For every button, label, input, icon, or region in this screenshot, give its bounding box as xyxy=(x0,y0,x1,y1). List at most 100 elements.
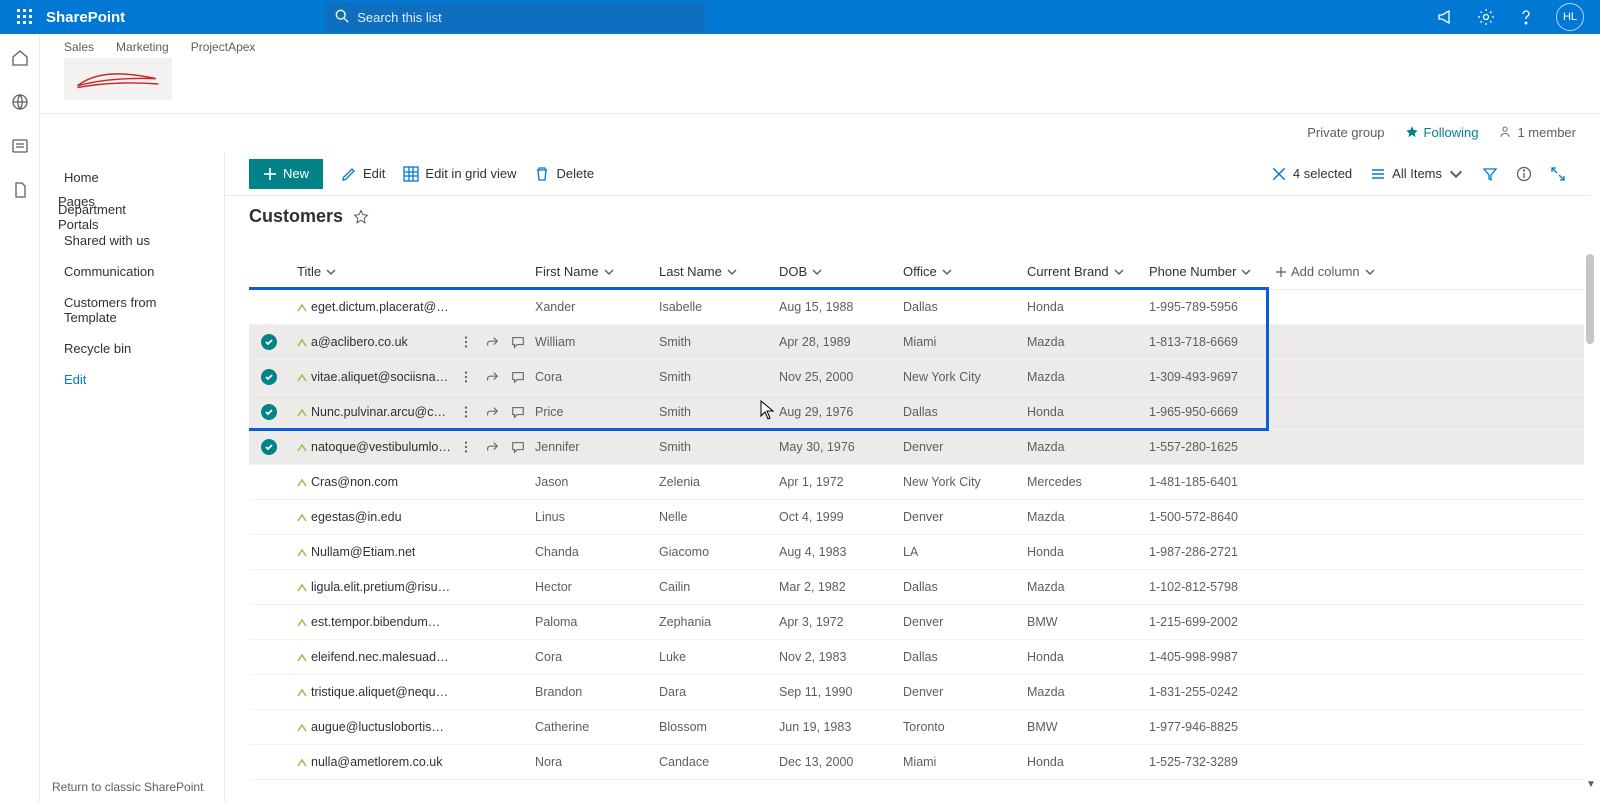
chevron-down-icon xyxy=(1113,266,1125,278)
item-title[interactable]: est.tempor.bibendum@neccursusa.com xyxy=(311,615,451,629)
table-row[interactable]: eget.dictum.placerat@mattis.caXanderIsab… xyxy=(249,290,1584,325)
cell-ln: Zephania xyxy=(659,615,779,629)
share-icon[interactable] xyxy=(485,405,499,419)
comment-icon[interactable] xyxy=(511,370,525,384)
item-title[interactable]: eleifend.nec.malesuada@atrisus.ca xyxy=(311,650,451,664)
view-selector[interactable]: All Items xyxy=(1370,166,1464,182)
chevron-down-icon xyxy=(325,266,337,278)
col-office[interactable]: Office xyxy=(903,264,1027,279)
item-title[interactable]: augue@luctuslobortisClass.co.uk xyxy=(311,720,451,734)
table-row[interactable]: natoque@vestibulumlor...JenniferSmithMay… xyxy=(249,430,1584,465)
return-classic-link[interactable]: Return to classic SharePoint xyxy=(52,780,203,794)
nav-edit[interactable]: Edit xyxy=(40,364,224,395)
more-icon[interactable] xyxy=(459,370,473,384)
hub-link-sales[interactable]: Sales xyxy=(64,40,94,54)
table-row[interactable]: eleifend.nec.malesuada@atrisus.caCoraLuk… xyxy=(249,640,1584,675)
item-title[interactable]: egestas@in.edu xyxy=(311,510,402,524)
home-rail-icon[interactable] xyxy=(10,48,30,68)
item-title[interactable]: eget.dictum.placerat@mattis.ca xyxy=(311,300,451,314)
table-row[interactable]: egestas@in.eduLinusNelleOct 4, 1999Denve… xyxy=(249,500,1584,535)
new-button[interactable]: New xyxy=(249,159,323,189)
nav-home[interactable]: Home xyxy=(40,162,224,193)
table-row[interactable]: augue@luctuslobortisClass.co.ukCatherine… xyxy=(249,710,1584,745)
info-button[interactable] xyxy=(1516,166,1532,182)
list-table: Title First Name Last Name DOB Office Cu… xyxy=(249,254,1584,802)
col-dob[interactable]: DOB xyxy=(779,264,903,279)
app-launcher-icon[interactable] xyxy=(8,0,42,34)
nav-communication[interactable]: Communication xyxy=(40,256,224,287)
cell-fn: Jennifer xyxy=(535,440,659,454)
star-outline-icon[interactable] xyxy=(353,209,369,225)
table-row[interactable]: ligula.elit.pretium@risus.caHectorCailin… xyxy=(249,570,1584,605)
share-icon[interactable] xyxy=(485,335,499,349)
add-column-button[interactable]: Add column xyxy=(1275,264,1435,279)
settings-icon[interactable] xyxy=(1476,7,1496,27)
members-link[interactable]: 1 member xyxy=(1498,125,1576,140)
chevron-down-icon xyxy=(941,266,953,278)
user-avatar[interactable]: HL xyxy=(1556,3,1584,31)
checkmark-icon[interactable] xyxy=(261,369,277,385)
search-box[interactable] xyxy=(325,3,705,31)
scroll-down-icon[interactable]: ▼ xyxy=(1586,779,1596,790)
table-row[interactable]: tristique.aliquet@neque.co.ukBrandonDara… xyxy=(249,675,1584,710)
grid-edit-button[interactable]: Edit in grid view xyxy=(403,166,516,182)
table-row[interactable]: est.tempor.bibendum@neccursusa.comPaloma… xyxy=(249,605,1584,640)
item-title[interactable]: Cras@non.com xyxy=(311,475,398,489)
checkmark-icon[interactable] xyxy=(261,404,277,420)
comment-icon[interactable] xyxy=(511,335,525,349)
item-title[interactable]: ligula.elit.pretium@risus.ca xyxy=(311,580,451,594)
col-title[interactable]: Title xyxy=(289,264,535,279)
cell-phone: 1-481-185-6401 xyxy=(1149,475,1275,489)
cell-dob: Apr 3, 1972 xyxy=(779,615,903,629)
files-rail-icon[interactable] xyxy=(10,180,30,200)
table-row[interactable]: Nunc.pulvinar.arcu@con...PriceSmithAug 2… xyxy=(249,395,1584,430)
filter-button[interactable] xyxy=(1482,166,1498,182)
more-icon[interactable] xyxy=(459,335,473,349)
nav-customers[interactable]: Customers from Template xyxy=(40,287,224,333)
more-icon[interactable] xyxy=(459,405,473,419)
col-phone[interactable]: Phone Number xyxy=(1149,264,1275,279)
table-row[interactable]: nulla@ametlorem.co.ukNoraCandaceDec 13, … xyxy=(249,745,1584,780)
nav-recycle[interactable]: Recycle bin xyxy=(40,333,224,364)
comment-icon[interactable] xyxy=(511,405,525,419)
hub-link-marketing[interactable]: Marketing xyxy=(116,40,169,54)
search-input[interactable] xyxy=(357,10,695,25)
cell-dob: Dec 13, 2000 xyxy=(779,755,903,769)
checkmark-icon[interactable] xyxy=(261,439,277,455)
scrollbar-thumb[interactable] xyxy=(1586,254,1594,344)
table-row[interactable]: a@aclibero.co.ukWilliamSmithApr 28, 1989… xyxy=(249,325,1584,360)
edit-button[interactable]: Edit xyxy=(341,166,385,182)
nav-department-portals[interactable]: Department Portals xyxy=(40,209,74,225)
help-icon[interactable] xyxy=(1516,7,1536,27)
table-row[interactable]: Cras@non.comJasonZeleniaApr 1, 1972New Y… xyxy=(249,465,1584,500)
col-first-name[interactable]: First Name xyxy=(535,264,659,279)
follow-button[interactable]: Following xyxy=(1405,125,1479,140)
item-title[interactable]: tristique.aliquet@neque.co.uk xyxy=(311,685,451,699)
item-title[interactable]: Nullam@Etiam.net xyxy=(311,545,415,559)
megaphone-icon[interactable] xyxy=(1436,7,1456,27)
expand-button[interactable] xyxy=(1550,166,1566,182)
item-title[interactable]: vitae.aliquet@sociisnato... xyxy=(311,370,451,384)
scrollbar[interactable]: ▼ xyxy=(1586,254,1596,774)
item-title[interactable]: Nunc.pulvinar.arcu@con... xyxy=(311,405,451,419)
table-row[interactable]: vitae.aliquet@sociisnato...CoraSmithNov … xyxy=(249,360,1584,395)
clear-selection-button[interactable]: 4 selected xyxy=(1271,166,1352,182)
site-logo[interactable] xyxy=(64,58,172,100)
share-icon[interactable] xyxy=(485,440,499,454)
hub-link-projectapex[interactable]: ProjectApex xyxy=(191,40,256,54)
app-name[interactable]: SharePoint xyxy=(46,9,125,26)
delete-button[interactable]: Delete xyxy=(534,166,594,182)
comment-icon[interactable] xyxy=(511,440,525,454)
item-title[interactable]: nulla@ametlorem.co.uk xyxy=(311,755,443,769)
more-icon[interactable] xyxy=(459,440,473,454)
share-icon[interactable] xyxy=(485,370,499,384)
item-title[interactable]: natoque@vestibulumlor... xyxy=(311,440,451,454)
item-title[interactable]: a@aclibero.co.uk xyxy=(311,335,408,349)
col-last-name[interactable]: Last Name xyxy=(659,264,779,279)
checkmark-icon[interactable] xyxy=(261,334,277,350)
table-row[interactable]: Nullam@Etiam.netChandaGiacomoAug 4, 1983… xyxy=(249,535,1584,570)
globe-rail-icon[interactable] xyxy=(10,92,30,112)
news-rail-icon[interactable] xyxy=(10,136,30,156)
cell-ln: Zelenia xyxy=(659,475,779,489)
col-brand[interactable]: Current Brand xyxy=(1027,264,1149,279)
